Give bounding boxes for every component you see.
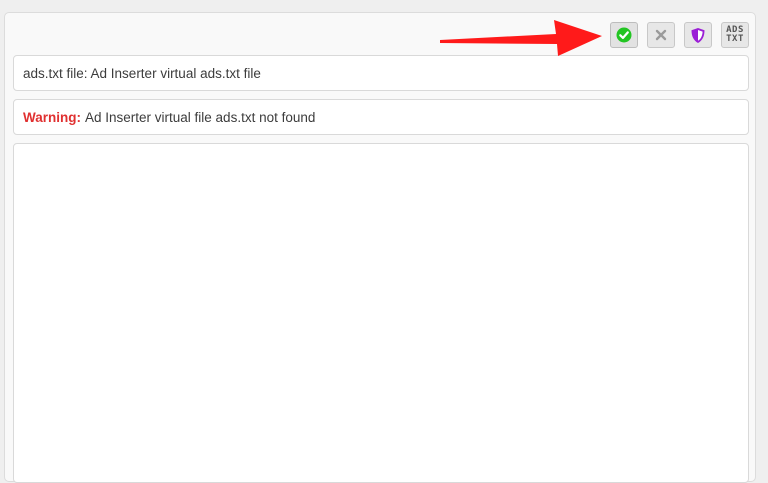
red-arrow-annotation	[440, 20, 602, 56]
file-info-text: ads.txt file: Ad Inserter virtual ads.tx…	[23, 65, 261, 81]
warning-message: Ad Inserter virtual file ads.txt not fou…	[85, 109, 316, 125]
shield-button[interactable]	[684, 22, 712, 48]
warning-box: Warning: Ad Inserter virtual file ads.tx…	[13, 99, 749, 135]
ads-txt-panel: ADS TXT ads.txt file: Ad Inserter virtua…	[4, 12, 756, 483]
ads-txt-icon-line2: TXT	[726, 34, 744, 44]
check-icon	[616, 27, 632, 43]
close-button[interactable]	[647, 22, 675, 48]
shield-icon	[690, 27, 706, 44]
file-info-box: ads.txt file: Ad Inserter virtual ads.tx…	[13, 55, 749, 91]
check-button[interactable]	[610, 22, 638, 48]
ads-txt-button[interactable]: ADS TXT	[721, 22, 749, 48]
close-icon	[654, 28, 668, 42]
toolbar: ADS TXT	[610, 22, 749, 48]
ads-txt-content-area[interactable]	[13, 143, 749, 483]
ads-txt-icon: ADS TXT	[726, 26, 744, 44]
warning-label: Warning:	[23, 109, 81, 125]
